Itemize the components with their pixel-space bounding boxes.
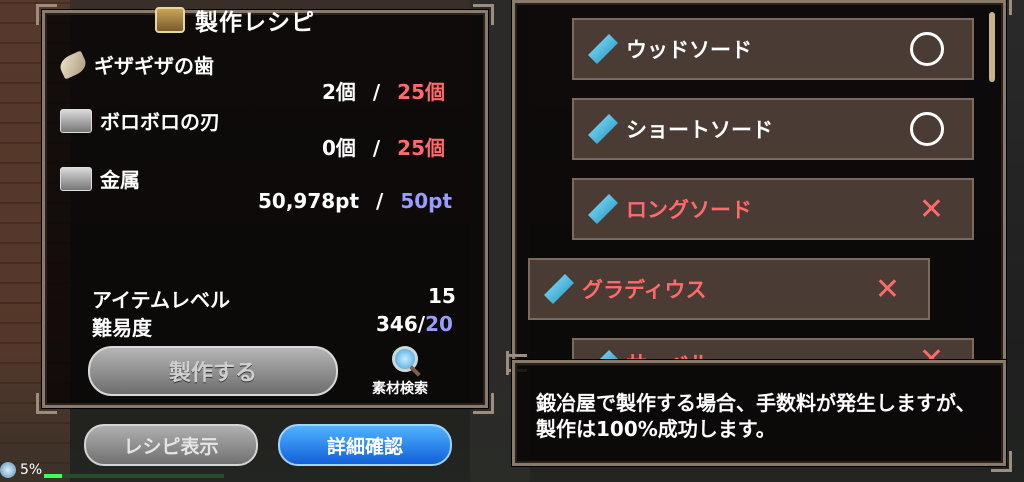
- frame-corner: [36, 393, 57, 414]
- frame-corner: [506, 354, 527, 375]
- frame-corner: [473, 4, 494, 25]
- material-need: 50pt: [400, 189, 453, 213]
- material-name: ボロボロの刃: [100, 110, 220, 134]
- recipe-item[interactable]: ロングソード ✕: [572, 178, 974, 240]
- material-row: ギザギザの歯: [56, 49, 214, 80]
- material-name: ギザギザの歯: [94, 54, 214, 78]
- recipe-item-selected[interactable]: グラディウス ✕: [528, 258, 930, 320]
- status-percent: 5%: [20, 462, 43, 478]
- qty-separator: /: [376, 189, 384, 213]
- craftable-circle-icon: [910, 32, 944, 66]
- status-indicator: 5%: [0, 462, 42, 478]
- difficulty-label: 難易度: [92, 316, 152, 340]
- material-need: 25個: [397, 136, 446, 160]
- panel-header: 製作レシピ: [155, 2, 315, 38]
- qty-separator: /: [372, 136, 381, 160]
- recipe-display-button[interactable]: レシピ表示: [84, 424, 258, 466]
- status-bar: [44, 474, 224, 478]
- craftable-circle-icon: [910, 112, 944, 146]
- item-level-label: アイテムレベル: [92, 288, 230, 312]
- metal-icon: [60, 166, 92, 191]
- status-bar-fill: [44, 474, 62, 478]
- material-have: 2個: [322, 80, 356, 104]
- orb-icon: [0, 462, 16, 478]
- scrollbar[interactable]: [989, 12, 995, 82]
- sword-icon: [588, 34, 618, 64]
- frame-corner: [473, 393, 494, 414]
- material-have: 0個: [322, 136, 356, 160]
- craft-button[interactable]: 製作する: [88, 346, 338, 396]
- material-need: 25個: [397, 80, 446, 104]
- fang-icon: [56, 49, 90, 80]
- recipe-name: グラディウス: [582, 278, 707, 302]
- metal-icon: [60, 108, 92, 133]
- sword-icon: [588, 194, 618, 224]
- frame-corner: [36, 4, 57, 25]
- uncraftable-cross-icon: ✕: [874, 271, 900, 307]
- recipe-name: ロングソード: [626, 198, 752, 222]
- difficulty-max: 20: [425, 312, 453, 336]
- material-row: ボロボロの刃: [60, 106, 220, 135]
- chest-icon: [155, 7, 185, 33]
- recipe-name: ウッドソード: [626, 38, 752, 62]
- panel-title: 製作レシピ: [195, 10, 315, 36]
- magnifier-icon[interactable]: [392, 346, 418, 372]
- difficulty-current: 346/: [376, 312, 426, 336]
- uncraftable-cross-icon: ✕: [918, 191, 944, 227]
- sword-icon: [544, 274, 574, 304]
- material-search-label[interactable]: 素材検索: [372, 378, 428, 398]
- message-text: 鍛冶屋で製作する場合、手数料が発生しますが、製作は100%成功します。: [536, 391, 976, 441]
- material-row: 金属: [60, 164, 140, 193]
- material-have: 50,978pt: [258, 189, 360, 213]
- recipe-name: ショートソード: [626, 118, 773, 142]
- sword-icon: [588, 114, 618, 144]
- recipe-item[interactable]: ウッドソード: [572, 18, 974, 80]
- material-name: 金属: [100, 168, 140, 192]
- details-button[interactable]: 詳細確認: [278, 424, 452, 466]
- frame-corner: [991, 451, 1012, 472]
- recipe-item[interactable]: ショートソード: [572, 98, 974, 160]
- qty-separator: /: [372, 80, 381, 104]
